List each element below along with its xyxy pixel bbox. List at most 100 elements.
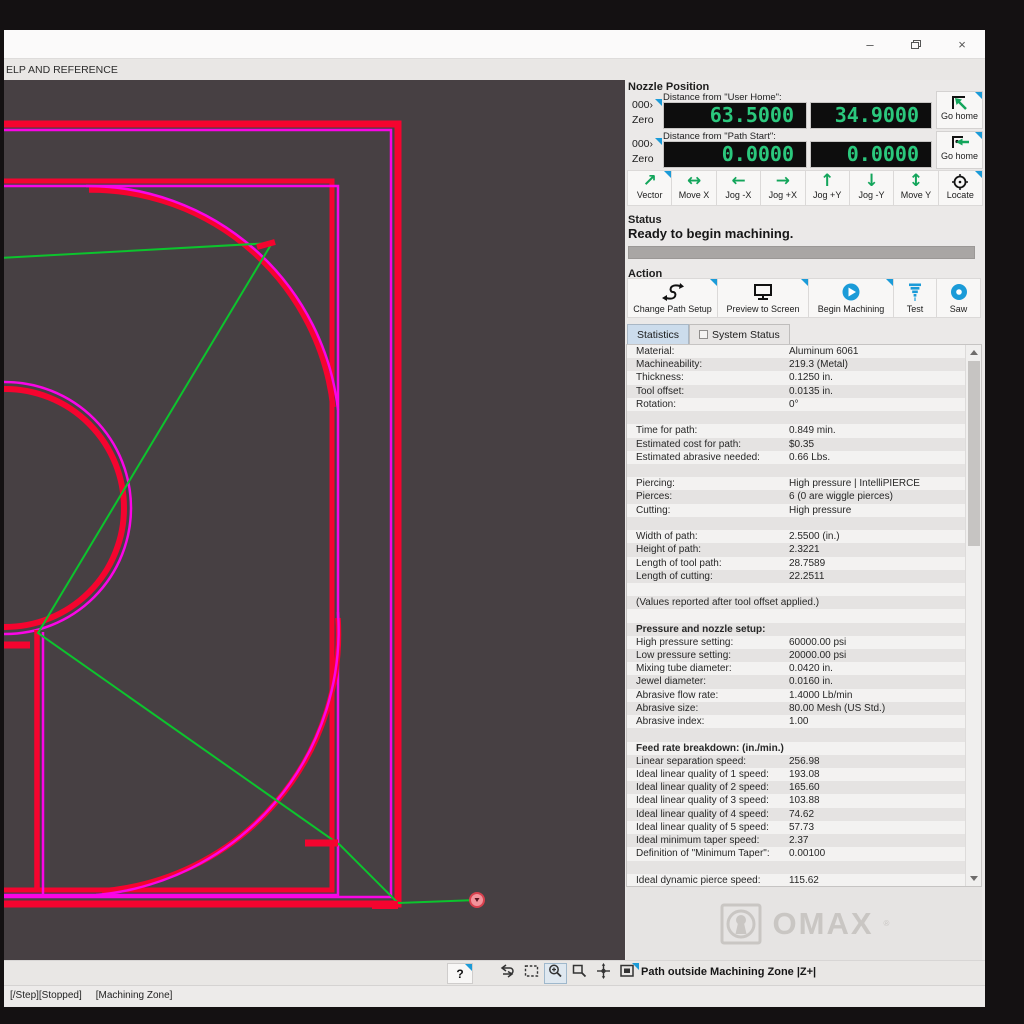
stats-label xyxy=(627,861,789,874)
stats-label: Pressure and nozzle setup: xyxy=(627,623,765,636)
stats-label: Estimated cost for path: xyxy=(627,438,789,451)
stats-label: Ideal linear quality of 2 speed: xyxy=(627,781,789,794)
zero-path-start-block: 000› Zero xyxy=(632,138,662,165)
restore-icon xyxy=(911,40,921,49)
tooltip-mark xyxy=(975,171,982,178)
stats-value xyxy=(789,728,981,741)
stats-value xyxy=(789,517,981,530)
jog-button-jog-y[interactable]: ↑Jog +Y xyxy=(806,170,850,206)
jog-button-label: Jog -X xyxy=(717,190,760,200)
zoom-window-tool-button[interactable] xyxy=(568,963,591,984)
zero-button[interactable]: Zero xyxy=(632,153,662,165)
stats-label: (Values reported after tool offset appli… xyxy=(627,596,789,609)
move-x-icon: ↔ xyxy=(672,171,715,191)
stats-row: Ideal linear quality of 1 speed:193.08 xyxy=(627,768,981,781)
path-start-marker[interactable] xyxy=(470,893,484,907)
zoom-in-icon xyxy=(547,963,564,984)
tooltip-mark xyxy=(801,279,808,286)
scroll-up-arrow[interactable] xyxy=(966,345,982,360)
help-button[interactable]: ? xyxy=(447,963,473,984)
action-button-label: Test xyxy=(894,304,936,314)
jog-button-vector[interactable]: ↗Vector xyxy=(627,170,672,206)
close-button[interactable]: × xyxy=(939,30,985,58)
jog-button-jog-x[interactable]: ←Jog -X xyxy=(717,170,761,206)
scroll-thumb[interactable] xyxy=(968,361,980,546)
go-home-path-button[interactable]: Go home xyxy=(936,131,983,169)
stats-spacer-row xyxy=(627,728,981,741)
stats-label: Piercing: xyxy=(627,477,789,490)
status-bar: [/Step][Stopped] [Machining Zone] xyxy=(4,985,985,1006)
omax-logo-icon xyxy=(719,902,763,946)
loop-path-tool-button[interactable] xyxy=(496,963,519,984)
tab-label: System Status xyxy=(712,329,780,341)
stats-row: Feed rate breakdown: (in./min.) xyxy=(627,742,981,755)
stats-value: 0.0135 in. xyxy=(789,385,981,398)
y-path-start-display: 0.0000 xyxy=(810,141,932,168)
jog-plus-y-icon: ↑ xyxy=(806,171,849,191)
preview-to-screen-button[interactable]: Preview to Screen xyxy=(718,278,809,318)
stats-label: Height of path: xyxy=(627,543,789,556)
stats-label: Linear separation speed: xyxy=(627,755,789,768)
path-preview-canvas[interactable] xyxy=(4,80,625,960)
pan-crosshair-tool-button[interactable] xyxy=(592,963,615,984)
begin-machining-button[interactable]: Begin Machining xyxy=(809,278,894,318)
stats-value: 0.00100 xyxy=(789,847,981,860)
tab-statistics[interactable]: Statistics xyxy=(627,324,689,344)
omax-registered-mark: ® xyxy=(884,919,890,928)
jog-button-jog-x[interactable]: →Jog +X xyxy=(761,170,805,206)
zero-counter-button[interactable]: 000› xyxy=(632,99,662,111)
stats-value: 2.5500 (in.) xyxy=(789,530,981,543)
stats-label xyxy=(627,728,789,741)
stats-row: Abrasive size:80.00 Mesh (US Std.) xyxy=(627,702,981,715)
omax-logo-text: OMAX xyxy=(773,906,874,942)
jog-button-move-y[interactable]: ↕Move Y xyxy=(894,170,938,206)
menu-help-and-reference[interactable]: ELP AND REFERENCE xyxy=(6,64,118,76)
jog-button-label: Vector xyxy=(628,190,671,200)
stats-value: 1.4000 Lb/min xyxy=(789,689,981,702)
marquee-tool-button[interactable] xyxy=(520,963,543,984)
statistics-list: Material:Aluminum 6061Machineability:219… xyxy=(627,345,981,887)
stats-label: Width of path: xyxy=(627,530,789,543)
zero-button[interactable]: Zero xyxy=(632,114,662,126)
stats-scrollbar[interactable] xyxy=(965,345,981,886)
zero-user-home-block: 000› Zero xyxy=(632,99,662,126)
app-window: – × ELP AND REFERENCE xyxy=(4,30,985,1007)
stats-row: Abrasive index:1.00 xyxy=(627,715,981,728)
stats-value: Aluminum 6061 xyxy=(789,345,981,358)
change-path-setup-button[interactable]: Change Path Setup xyxy=(627,278,718,318)
stats-value xyxy=(789,861,981,874)
logo-area: OMAX ® xyxy=(626,887,982,960)
zoom-in-tool-button[interactable] xyxy=(544,963,567,984)
stats-row: Length of cutting:22.2511 xyxy=(627,570,981,583)
jog-button-jog-y[interactable]: ↓Jog -Y xyxy=(850,170,894,206)
minimize-button[interactable]: – xyxy=(847,30,893,58)
tooltip-mark xyxy=(655,138,662,145)
stats-row: Width of path:2.5500 (in.) xyxy=(627,530,981,543)
fit-window-tool-button[interactable] xyxy=(616,963,639,984)
stats-spacer-row xyxy=(627,464,981,477)
scroll-down-arrow[interactable] xyxy=(966,871,982,886)
stats-value: 219.3 (Metal) xyxy=(789,358,981,371)
path-setup-icon xyxy=(628,279,717,304)
stats-value: 193.08 xyxy=(789,768,981,781)
stats-row: Low pressure setting:20000.00 psi xyxy=(627,649,981,662)
jog-button-locate[interactable]: Locate xyxy=(939,170,983,206)
tabs-row: Statistics System Status xyxy=(627,324,790,344)
go-home-user-button[interactable]: Go home xyxy=(936,91,983,129)
traverse-lines xyxy=(4,243,477,903)
zero-counter-button[interactable]: 000› xyxy=(632,138,662,150)
jog-button-move-x[interactable]: ↔Move X xyxy=(672,170,716,206)
stats-value xyxy=(765,623,981,636)
saw-button[interactable]: Saw xyxy=(937,278,981,318)
stats-value: 165.60 xyxy=(789,781,981,794)
control-panel: Nozzle Position 000› Zero 000› Zero Dist… xyxy=(625,80,985,960)
x-path-start-display: 0.0000 xyxy=(663,141,807,168)
stats-label xyxy=(627,583,789,596)
stats-value xyxy=(784,742,981,755)
tab-system-status[interactable]: System Status xyxy=(689,324,790,344)
triangle-bottom-magenta-arc xyxy=(96,612,339,895)
restore-button[interactable] xyxy=(893,30,939,58)
test-button[interactable]: Test xyxy=(894,278,937,318)
stats-row: Estimated abrasive needed:0.66 Lbs. xyxy=(627,451,981,464)
monitor-icon xyxy=(718,279,808,304)
